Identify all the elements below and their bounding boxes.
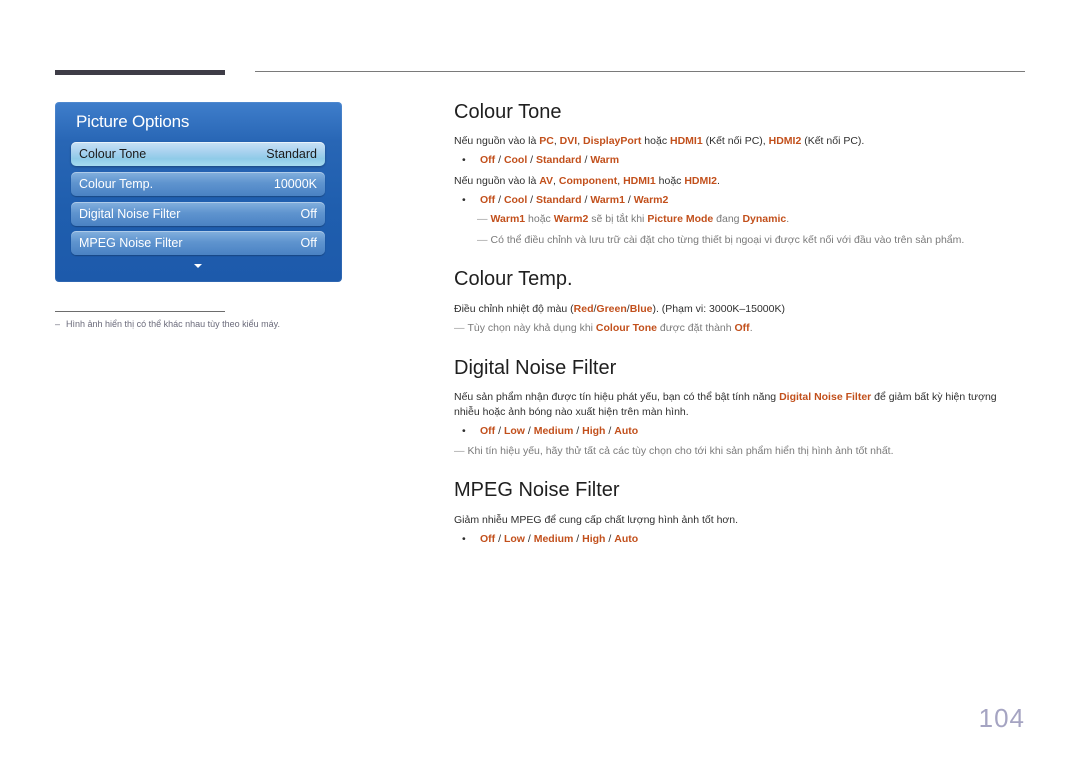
bullet-icon: • xyxy=(462,533,466,545)
colour-tone-options-1: • Off / Cool / Standard / Warm xyxy=(462,154,619,166)
bullet-icon: • xyxy=(462,154,466,166)
triangle-down-icon[interactable] xyxy=(194,264,202,268)
option-value: Auto xyxy=(614,425,639,437)
option-value: Low xyxy=(503,425,525,437)
menu-item-label: Colour Temp. xyxy=(79,177,154,191)
option-value: Medium xyxy=(533,533,574,545)
section-title-mpeg-noise-filter: MPEG Noise Filter xyxy=(454,479,620,501)
colour-tone-paragraph-1: Nếu nguồn vào là PC, DVI, DisplayPort ho… xyxy=(454,135,865,147)
page-number: 104 xyxy=(978,703,1025,733)
picture-options-panel: Picture Options Colour Tone Standard Col… xyxy=(55,102,342,282)
menu-item-colour-tone[interactable]: Colour Tone Standard xyxy=(71,142,325,166)
option-separator: / xyxy=(624,194,634,206)
option-separator: / xyxy=(581,194,591,206)
option-value: Warm1 xyxy=(590,194,625,206)
option-separator: / xyxy=(573,533,583,545)
option-separator: / xyxy=(527,154,537,166)
bullet-icon: • xyxy=(462,194,466,206)
section-title-digital-noise-filter: Digital Noise Filter xyxy=(454,357,617,379)
option-separator: / xyxy=(495,154,504,166)
footnote: – Hình ảnh hiển thị có thể khác nhau tùy … xyxy=(55,319,280,329)
option-value: Warm xyxy=(590,154,620,166)
panel-title: Picture Options xyxy=(76,112,190,131)
option-separator: / xyxy=(524,533,534,545)
menu-item-value: Off xyxy=(300,236,317,250)
option-separator: / xyxy=(573,425,583,437)
option-value: Low xyxy=(503,533,525,545)
menu-item-value: Standard xyxy=(266,147,317,161)
option-value: High xyxy=(582,533,606,545)
option-value: Off xyxy=(480,194,496,206)
mpeg-noise-options: • Off / Low / Medium / High / Auto xyxy=(462,533,638,545)
colour-tone-options-2: • Off / Cool / Standard / Warm1 / Warm2 xyxy=(462,194,668,206)
colour-temp-paragraph: Điều chỉnh nhiệt độ màu (Red/Green/Blue)… xyxy=(454,303,785,315)
digital-noise-paragraph: Nếu sản phẩm nhận được tín hiệu phát yếu… xyxy=(454,391,997,418)
option-value: Medium xyxy=(533,425,574,437)
option-separator: / xyxy=(524,425,534,437)
option-separator: / xyxy=(605,425,615,437)
header-rule-thick xyxy=(55,70,225,75)
option-separator: / xyxy=(495,194,504,206)
menu-item-mpeg-noise-filter[interactable]: MPEG Noise Filter Off xyxy=(71,231,325,255)
colour-temp-note: ― Tùy chọn này khả dụng khi Colour Tone đ… xyxy=(454,322,753,334)
option-separator: / xyxy=(495,533,504,545)
colour-tone-note-1: ― Warm1 hoặc Warm2 sẽ bị tắt khi Picture … xyxy=(477,213,790,225)
option-value: Off xyxy=(480,425,496,437)
colour-tone-paragraph-2: Nếu nguồn vào là AV, Component, HDMI1 ho… xyxy=(454,175,720,187)
option-value: Standard xyxy=(536,194,582,206)
option-value: Auto xyxy=(614,533,639,545)
menu-item-label: MPEG Noise Filter xyxy=(79,236,183,250)
footnote-rule xyxy=(55,311,225,312)
option-separator: / xyxy=(581,154,591,166)
colour-tone-note-2: ― Có thể điều chỉnh và lưu trữ cài đặt ch… xyxy=(477,234,965,246)
section-title-colour-temp: Colour Temp. xyxy=(454,268,573,290)
option-separator: / xyxy=(527,194,537,206)
option-value: Warm2 xyxy=(633,194,669,206)
menu-item-value: 10000K xyxy=(273,177,317,191)
digital-noise-note: ― Khi tín hiệu yếu, hãy thử tất cả các tù… xyxy=(454,445,894,457)
mpeg-noise-paragraph: Giảm nhiễu MPEG để cung cấp chất lượng h… xyxy=(454,514,739,526)
bullet-icon: • xyxy=(462,425,466,437)
option-value: Standard xyxy=(536,154,582,166)
option-value: Cool xyxy=(503,154,528,166)
menu-item-colour-temp[interactable]: Colour Temp. 10000K xyxy=(71,172,325,196)
option-separator: / xyxy=(495,425,504,437)
digital-noise-options: • Off / Low / Medium / High / Auto xyxy=(462,425,638,437)
section-title-colour-tone: Colour Tone xyxy=(454,101,562,123)
option-value: Off xyxy=(480,154,496,166)
menu-item-label: Digital Noise Filter xyxy=(79,207,181,221)
option-value: High xyxy=(582,425,606,437)
option-value: Off xyxy=(480,533,496,545)
menu-item-value: Off xyxy=(300,207,317,221)
menu-item-digital-noise-filter[interactable]: Digital Noise Filter Off xyxy=(71,202,325,226)
option-value: Cool xyxy=(503,194,528,206)
option-separator: / xyxy=(605,533,615,545)
menu-item-label: Colour Tone xyxy=(79,147,147,161)
header-rule-thin xyxy=(255,71,1025,72)
